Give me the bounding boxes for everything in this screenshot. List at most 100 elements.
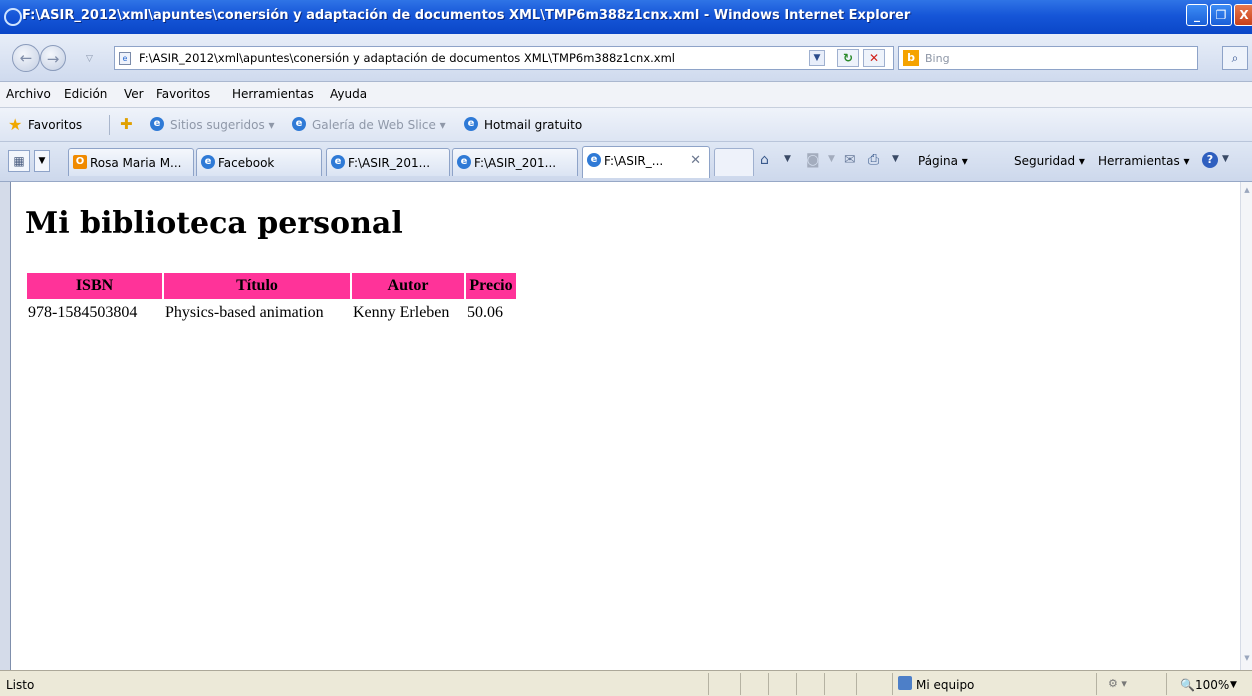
add-favorite-icon[interactable]: ✚ — [120, 115, 133, 133]
new-tab-button[interactable] — [714, 148, 754, 176]
column-header-precio: Precio — [466, 273, 516, 299]
status-panel — [796, 673, 797, 695]
ie-icon: e — [587, 153, 601, 167]
status-bar: Listo Mi equipo ⚙ ▾ 🔍100% ▼ — [0, 670, 1252, 696]
ie-icon: e — [201, 155, 215, 169]
address-url[interactable]: F:\ASIR_2012\xml\apuntes\conersión y ada… — [139, 51, 675, 65]
zoom-dropdown-icon[interactable]: ▼ — [1230, 680, 1237, 690]
scroll-down-icon[interactable]: ▼ — [1242, 654, 1252, 666]
quick-tabs-icon[interactable]: ▦ — [8, 150, 30, 172]
close-window-button[interactable]: X — [1234, 4, 1252, 26]
maximize-button[interactable]: ❐ — [1210, 4, 1232, 26]
home-icon[interactable]: ⌂ — [760, 152, 769, 168]
menu-ayuda[interactable]: Ayuda — [330, 87, 367, 101]
window-title-bar: F:\ASIR_2012\xml\apuntes\conersión y ada… — [0, 0, 1252, 34]
cell-titulo: Physics-based animation — [165, 304, 324, 321]
tab-bar: ▦ ▼ O Rosa Maria M... e Facebook e F:\AS… — [0, 142, 1252, 182]
status-panel — [768, 673, 769, 695]
fav-sitios-sugeridos[interactable]: Sitios sugeridos ▾ — [170, 118, 275, 132]
home-dropdown-icon[interactable]: ▼ — [784, 154, 791, 164]
forward-button[interactable]: → — [40, 45, 66, 71]
tools-menu[interactable]: Herramientas ▾ — [1098, 154, 1190, 168]
ie-icon: e — [150, 117, 164, 131]
tab-label: F:\ASIR_201... — [474, 156, 557, 170]
tab-label: Facebook — [218, 156, 275, 170]
print-dropdown-icon[interactable]: ▼ — [892, 154, 899, 164]
address-dropdown-icon[interactable]: ▼ — [809, 50, 825, 66]
search-placeholder: Bing — [925, 52, 950, 65]
address-toolbar: ← → ▽ e F:\ASIR_2012\xml\apuntes\conersi… — [0, 34, 1252, 82]
column-header-isbn: ISBN — [27, 273, 162, 299]
page-content: Mi biblioteca personal ISBN Título Autor… — [10, 182, 1240, 670]
column-header-titulo: Título — [164, 273, 350, 299]
cell-precio: 50.06 — [467, 304, 503, 321]
protected-mode-icon[interactable]: ⚙ ▾ — [1108, 677, 1127, 690]
tab-label: F:\ASIR_... — [604, 154, 664, 168]
safety-menu[interactable]: Seguridad ▾ — [1014, 154, 1085, 168]
ie-icon: e — [464, 117, 478, 131]
menu-ver[interactable]: Ver — [124, 87, 144, 101]
page-menu[interactable]: Página ▾ — [918, 154, 968, 168]
help-icon[interactable]: ? — [1202, 152, 1218, 168]
search-input[interactable]: b Bing — [898, 46, 1198, 70]
cell-autor: Kenny Erleben — [353, 304, 450, 321]
print-icon[interactable]: ⎙ — [868, 152, 879, 168]
address-bar[interactable]: e F:\ASIR_2012\xml\apuntes\conersión y a… — [114, 46, 894, 70]
separator — [109, 115, 110, 135]
menu-archivo[interactable]: Archivo — [6, 87, 51, 101]
vertical-scrollbar[interactable]: ▲ ▼ — [1240, 182, 1252, 670]
zoom-level[interactable]: 🔍100% — [1180, 678, 1229, 692]
minimize-button[interactable]: _ — [1186, 4, 1208, 26]
status-panel — [1166, 673, 1167, 695]
window-title: F:\ASIR_2012\xml\apuntes\conersión y ada… — [22, 8, 911, 23]
status-panel — [892, 673, 893, 695]
stop-icon[interactable]: ✕ — [863, 49, 885, 67]
tab-asir-active[interactable]: e F:\ASIR_... ✕ — [582, 146, 710, 178]
table-row: 978-1584503804 Physics-based animation K… — [27, 301, 516, 325]
cell-isbn: 978-1584503804 — [28, 304, 138, 321]
ie-icon — [4, 8, 22, 26]
menu-bar: Archivo Edición Ver Favoritos Herramient… — [0, 82, 1252, 108]
ie-icon: e — [457, 155, 471, 169]
books-table: ISBN Título Autor Precio 978-1584503804 … — [25, 271, 518, 327]
tab-label: Rosa Maria M... — [90, 156, 182, 170]
recent-pages-dropdown-icon[interactable]: ▽ — [86, 54, 93, 64]
menu-herramientas[interactable]: Herramientas — [232, 87, 314, 101]
zoom-value: 100% — [1194, 678, 1230, 692]
fav-hotmail[interactable]: Hotmail gratuito — [484, 118, 582, 132]
feeds-dropdown-icon[interactable]: ▼ — [828, 154, 835, 164]
mail-icon[interactable]: ✉ — [844, 152, 856, 168]
favorites-bar: ★ Favoritos ✚ e Sitios sugeridos ▾ e Gal… — [0, 108, 1252, 142]
tab-asir-1[interactable]: e F:\ASIR_201... — [326, 148, 450, 176]
status-panel — [1096, 673, 1097, 695]
column-header-autor: Autor — [352, 273, 464, 299]
computer-zone-icon — [898, 676, 912, 690]
search-button[interactable]: ⌕ — [1222, 46, 1248, 70]
favorites-button[interactable]: Favoritos — [28, 118, 82, 132]
tab-list-dropdown-icon[interactable]: ▼ — [34, 150, 50, 172]
tab-asir-2[interactable]: e F:\ASIR_201... — [452, 148, 578, 176]
favorites-star-icon[interactable]: ★ — [8, 115, 22, 134]
menu-edicion[interactable]: Edición — [64, 87, 107, 101]
close-tab-icon[interactable]: ✕ — [690, 153, 701, 168]
status-panel — [824, 673, 825, 695]
table-header-row: ISBN Título Autor Precio — [27, 273, 516, 299]
tab-rosa-maria[interactable]: O Rosa Maria M... — [68, 148, 194, 176]
back-button[interactable]: ← — [12, 44, 40, 72]
menu-favoritos[interactable]: Favoritos — [156, 87, 210, 101]
help-dropdown-icon[interactable]: ▼ — [1222, 154, 1229, 164]
bing-logo-icon: b — [903, 50, 919, 66]
status-text: Listo — [6, 678, 35, 692]
status-panel — [708, 673, 709, 695]
feeds-icon[interactable]: ◙ — [806, 152, 820, 168]
tab-facebook[interactable]: e Facebook — [196, 148, 322, 176]
page-title: Mi biblioteca personal — [25, 206, 403, 241]
fav-galeria-web-slice[interactable]: Galería de Web Slice ▾ — [312, 118, 446, 132]
ie-icon: e — [292, 117, 306, 131]
refresh-icon[interactable]: ↻ — [837, 49, 859, 67]
document-icon: e — [119, 52, 131, 65]
ie-icon: e — [331, 155, 345, 169]
outlook-icon: O — [73, 155, 87, 169]
scroll-up-icon[interactable]: ▲ — [1242, 186, 1252, 198]
status-panel — [740, 673, 741, 695]
